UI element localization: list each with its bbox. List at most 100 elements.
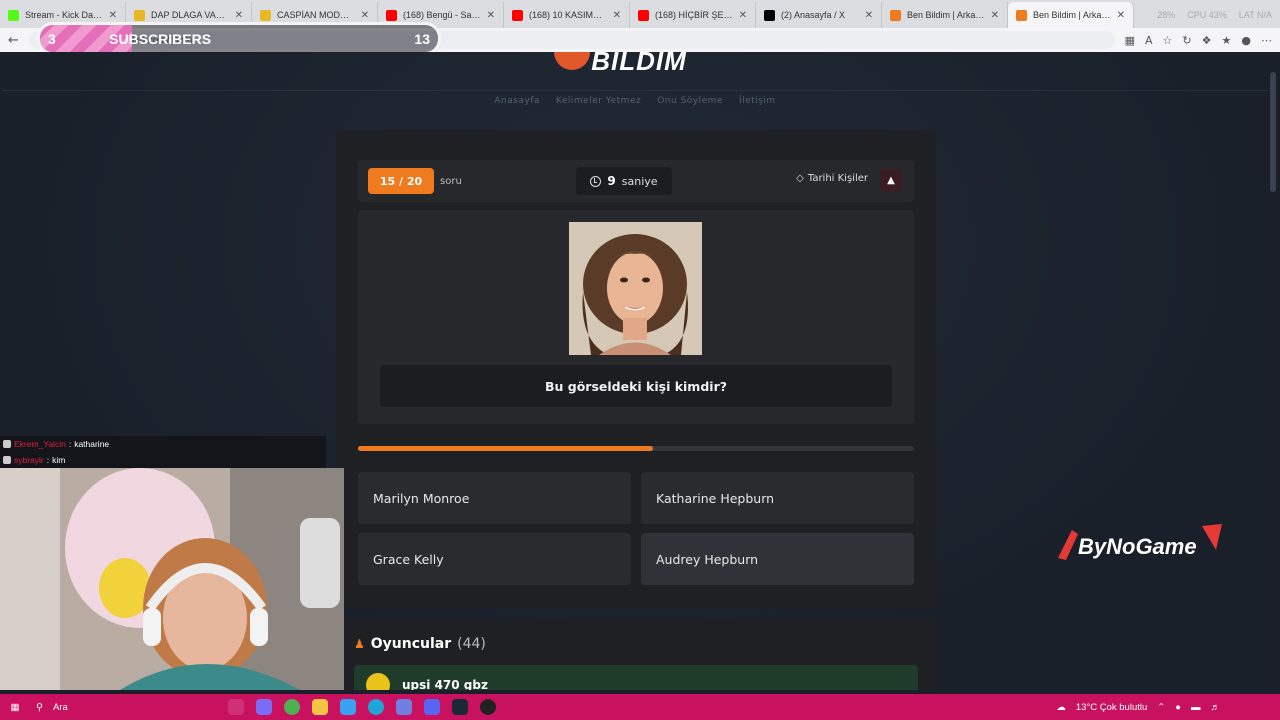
search-icon: ⚲: [36, 701, 43, 713]
task-view-icon[interactable]: [228, 699, 244, 715]
start-button[interactable]: ▦: [0, 702, 30, 713]
close-icon[interactable]: ✕: [613, 10, 621, 21]
answer-option-4[interactable]: Audrey Hepburn: [641, 533, 914, 585]
users-icon: ♟: [354, 637, 365, 651]
weather-text[interactable]: 13°C Çok bulutlu: [1076, 702, 1147, 713]
game-panel: 15 / 20 soru 9 saniye ◇ Tarihi Kişiler ▲: [336, 130, 936, 608]
chat-message: Ekrem_Yalcin : katharine: [0, 436, 326, 452]
browser-tab[interactable]: Ben Bildim | Arkadaşların ✕: [882, 2, 1008, 28]
subscribers-goal: 13: [414, 30, 430, 47]
tab-favicon-icon: [134, 9, 145, 21]
player-row: upsi 470 gbz: [354, 665, 918, 690]
stream-chat-overlay: Ekrem_Yalcin : katharine sybraylr : kim: [0, 436, 326, 468]
system-stats: 28% CPU 43% LAT N/A: [1157, 10, 1272, 20]
browser-tab[interactable]: Ben Bildim | Arkadaşları ✕: [1008, 2, 1134, 28]
avatar: [366, 673, 390, 690]
nav-divider: [2, 90, 1268, 91]
taskbar-apps: [228, 699, 496, 715]
category-label: Tarihi Kişiler: [807, 173, 868, 184]
tab-favicon-icon: [638, 9, 649, 21]
volume-icon[interactable]: ♬: [1211, 702, 1221, 713]
tab-favicon-icon: [890, 9, 901, 21]
tab-favicon-icon: [386, 9, 397, 21]
browser-tab[interactable]: (2) Anasayfa / X ✕: [756, 2, 882, 28]
close-icon[interactable]: ✕: [1117, 10, 1125, 21]
favorites-icon[interactable]: ★: [1222, 34, 1232, 47]
tab-favicon-icon: [8, 9, 19, 21]
microphone-icon[interactable]: ●: [1175, 702, 1181, 713]
bynogame-logo: ByNoGame: [1052, 524, 1232, 564]
back-icon[interactable]: ←: [8, 33, 19, 48]
report-button[interactable]: ▲: [880, 169, 902, 191]
tab-favicon-icon: [512, 9, 523, 21]
browser-tab[interactable]: (168) HİÇBİR ŞEYİN OLM ✕: [630, 2, 756, 28]
browser-tab[interactable]: (168) 10 KASIMA ÖZEL | ✕: [504, 2, 630, 28]
network-icon[interactable]: ▬: [1191, 702, 1201, 713]
players-title: ♟ Oyuncular (44): [354, 636, 486, 652]
site-logo[interactable]: BİLDİM: [554, 52, 724, 78]
chat-text: katharine: [74, 439, 110, 449]
steam-icon[interactable]: [452, 699, 468, 715]
browser-toolbar: ▦ A ☆ ↻ ❖ ★ ● ⋯: [1125, 34, 1272, 47]
close-icon[interactable]: ✕: [235, 10, 243, 21]
scrollbar-thumb[interactable]: [1270, 72, 1276, 192]
subscribers-goal-overlay: 3 SUBSCRIBERS 13: [37, 22, 441, 55]
chat-badge-icon: [3, 440, 11, 448]
nav-kelimeler-yetmez[interactable]: Kelimeler Yetmez: [556, 96, 641, 106]
refresh-icon[interactable]: ↻: [1182, 34, 1191, 47]
cpu-stat: CPU 43%: [1187, 10, 1227, 20]
discord-icon[interactable]: [424, 699, 440, 715]
file-explorer-icon[interactable]: [312, 699, 328, 715]
timer-value: 9: [607, 174, 616, 188]
chat-username: sybraylr: [14, 455, 44, 465]
close-icon[interactable]: ✕: [109, 10, 117, 21]
chat-text: kim: [52, 455, 66, 465]
copilot-icon[interactable]: [256, 699, 272, 715]
tab-favicon-icon: [764, 9, 775, 21]
tab-title: (168) 10 KASIMA ÖZEL |: [529, 10, 607, 20]
nav-iletisim[interactable]: İletişim: [739, 96, 776, 106]
tab-favicon-icon: [1016, 9, 1027, 21]
subscribers-current: 3: [48, 30, 56, 47]
taskbar-search[interactable]: ⚲ Ara: [30, 702, 220, 713]
nav-home[interactable]: Anasayfa: [494, 96, 540, 106]
search-label: Ara: [52, 701, 68, 713]
read-aloud-icon[interactable]: A: [1145, 34, 1153, 47]
brand-text: ByNoGame: [1078, 534, 1197, 559]
chevron-up-icon[interactable]: ⌃: [1157, 702, 1165, 713]
answer-option-1[interactable]: Marilyn Monroe: [358, 472, 631, 524]
page-scrollbar[interactable]: [1270, 52, 1276, 690]
profile-icon[interactable]: ●: [1241, 34, 1251, 47]
close-icon[interactable]: ✕: [487, 10, 495, 21]
tag-icon: ◇: [796, 173, 804, 184]
chrome-icon[interactable]: [284, 699, 300, 715]
question-photo: [569, 222, 702, 355]
windows-icon: ▦: [10, 701, 20, 713]
tab-title: (168) Bengü - Saygı: [403, 10, 481, 20]
nav-onu-soyleme[interactable]: Onu Söyleme: [657, 96, 723, 106]
app-icon[interactable]: ▦: [1125, 34, 1135, 47]
question-counter: 15 / 20: [368, 168, 434, 194]
answer-option-2[interactable]: Katharine Hepburn: [641, 472, 914, 524]
app-icon[interactable]: [396, 699, 412, 715]
close-icon[interactable]: ✕: [991, 10, 999, 21]
weather-icon: ☁: [1056, 701, 1066, 713]
favorite-star-icon[interactable]: ☆: [1163, 34, 1173, 47]
extensions-icon[interactable]: ❖: [1202, 34, 1212, 47]
more-menu-icon[interactable]: ⋯: [1261, 34, 1272, 47]
logo-mark: [554, 52, 590, 70]
close-icon[interactable]: ✕: [361, 10, 369, 21]
close-icon[interactable]: ✕: [739, 10, 747, 21]
portrait-image: [569, 222, 702, 355]
tab-title: Stream - Kick Dashboard: [25, 10, 103, 20]
close-icon[interactable]: ✕: [865, 10, 873, 21]
question-card: Bu görseldeki kişi kimdir?: [358, 210, 914, 424]
edge-icon[interactable]: [368, 699, 384, 715]
store-icon[interactable]: [340, 699, 356, 715]
game-topbar: 15 / 20 soru 9 saniye ◇ Tarihi Kişiler ▲: [358, 160, 914, 202]
answer-grid: Marilyn Monroe Katharine Hepburn Grace K…: [358, 472, 914, 585]
tab-title: (168) HİÇBİR ŞEYİN OLM: [655, 10, 733, 20]
tab-title: Ben Bildim | Arkadaşların: [907, 10, 985, 20]
answer-option-3[interactable]: Grace Kelly: [358, 533, 631, 585]
obs-icon[interactable]: [480, 699, 496, 715]
